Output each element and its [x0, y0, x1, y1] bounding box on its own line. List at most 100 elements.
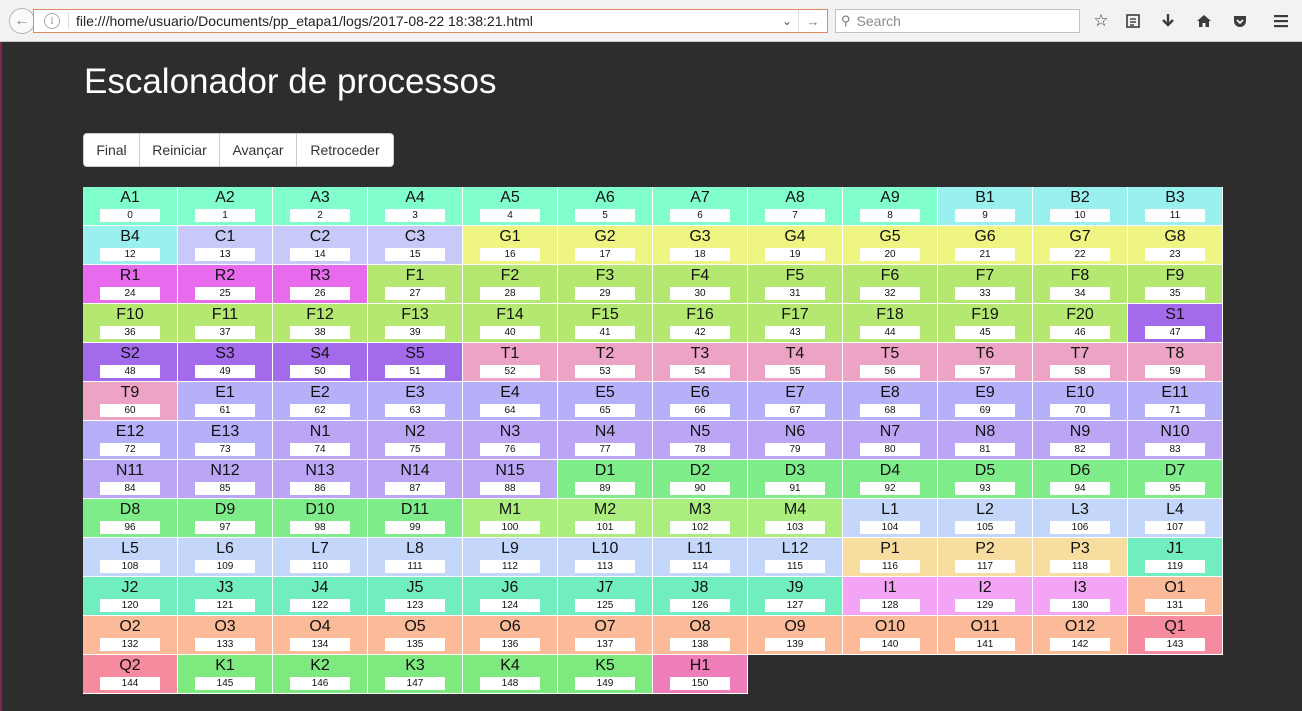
process-label: E11 — [1161, 384, 1189, 401]
pocket-icon[interactable] — [1228, 9, 1252, 33]
process-number: 3 — [385, 209, 445, 222]
process-cell: N7 80 — [843, 421, 938, 460]
process-number: 92 — [860, 482, 920, 495]
process-number: 66 — [670, 404, 730, 417]
process-number: 14 — [290, 248, 350, 261]
process-number: 148 — [480, 677, 540, 690]
process-label: A2 — [215, 189, 235, 206]
process-label: F7 — [975, 267, 995, 284]
process-number: 84 — [100, 482, 160, 495]
process-number: 78 — [670, 443, 730, 456]
process-cell: O12 142 — [1033, 616, 1128, 655]
restart-button[interactable]: Reiniciar — [140, 134, 220, 166]
process-label: F3 — [595, 267, 615, 284]
process-number: 45 — [955, 326, 1015, 339]
process-label: G5 — [879, 228, 901, 245]
process-label: O8 — [689, 618, 711, 635]
process-label: G3 — [689, 228, 711, 245]
process-cell: F4 30 — [653, 265, 748, 304]
process-cell: S4 50 — [273, 343, 368, 382]
process-label: E10 — [1065, 384, 1095, 401]
process-cell: L6 109 — [178, 538, 273, 577]
process-number: 101 — [575, 521, 635, 534]
process-label: E3 — [405, 384, 425, 401]
back-step-button[interactable]: Retroceder — [297, 134, 393, 166]
process-number: 33 — [955, 287, 1015, 300]
process-label: F13 — [401, 306, 429, 323]
info-icon[interactable]: i — [44, 13, 60, 29]
process-cell: G1 16 — [463, 226, 558, 265]
process-label: F1 — [405, 267, 425, 284]
process-number: 145 — [195, 677, 255, 690]
process-label: F15 — [591, 306, 619, 323]
process-label: L11 — [687, 540, 713, 557]
process-cell: D8 96 — [83, 499, 178, 538]
process-cell: L11 114 — [653, 538, 748, 577]
process-label: N3 — [499, 423, 521, 440]
reading-list-icon[interactable] — [1121, 9, 1145, 33]
process-label: I2 — [978, 579, 992, 596]
process-label: A9 — [880, 189, 900, 206]
process-cell: K2 146 — [273, 655, 368, 694]
process-number: 56 — [860, 365, 920, 378]
process-number: 142 — [1050, 638, 1110, 651]
final-button[interactable]: Final — [84, 134, 140, 166]
process-number: 129 — [955, 599, 1015, 612]
process-cell: G3 18 — [653, 226, 748, 265]
process-label: G4 — [784, 228, 806, 245]
process-label: K1 — [215, 657, 235, 674]
process-number: 64 — [480, 404, 540, 417]
process-number: 63 — [385, 404, 445, 417]
search-input[interactable] — [854, 12, 1069, 30]
process-number: 65 — [575, 404, 635, 417]
process-label: J2 — [121, 579, 139, 596]
process-number: 26 — [290, 287, 350, 300]
process-number: 39 — [385, 326, 445, 339]
process-label: A4 — [405, 189, 425, 206]
process-label: F6 — [880, 267, 900, 284]
download-icon[interactable] — [1156, 9, 1180, 33]
search-icon: ⚲ — [841, 13, 851, 28]
process-number: 136 — [480, 638, 540, 651]
process-cell: O6 136 — [463, 616, 558, 655]
process-cell: F19 45 — [938, 304, 1033, 343]
process-cell: M3 102 — [653, 499, 748, 538]
go-arrow-icon[interactable]: → — [798, 10, 827, 32]
process-number: 1 — [195, 209, 255, 222]
process-number: 121 — [195, 599, 255, 612]
process-cell: J3 121 — [178, 577, 273, 616]
process-label: L6 — [216, 540, 234, 557]
back-arrow-icon[interactable]: ← — [9, 8, 35, 34]
process-cell: B2 10 — [1033, 187, 1128, 226]
process-cell: F6 32 — [843, 265, 938, 304]
home-icon[interactable] — [1192, 9, 1216, 33]
process-label: F17 — [781, 306, 809, 323]
process-number: 38 — [290, 326, 350, 339]
process-number: 114 — [670, 560, 730, 573]
process-label: C1 — [214, 228, 236, 245]
process-cell: O1 131 — [1128, 577, 1223, 616]
process-cell: D6 94 — [1033, 460, 1128, 499]
process-label: F8 — [1070, 267, 1090, 284]
process-number: 102 — [670, 521, 730, 534]
process-cell: J6 124 — [463, 577, 558, 616]
chevron-down-icon[interactable]: ⌄ — [776, 14, 798, 28]
process-number: 12 — [100, 248, 160, 261]
process-cell: L4 107 — [1128, 499, 1223, 538]
process-number: 15 — [385, 248, 445, 261]
process-number: 11 — [1145, 209, 1205, 222]
search-bar[interactable]: ⚲ — [835, 9, 1080, 33]
star-icon[interactable]: ☆ — [1089, 9, 1113, 33]
hamburger-menu-icon[interactable] — [1269, 9, 1293, 33]
process-label: O3 — [214, 618, 236, 635]
url-text[interactable]: file:///home/usuario/Documents/pp_etapa1… — [76, 13, 776, 29]
url-bar[interactable]: i file:///home/usuario/Documents/pp_etap… — [33, 9, 828, 33]
process-cell: G8 23 — [1128, 226, 1223, 265]
process-number: 122 — [290, 599, 350, 612]
process-cell: F13 39 — [368, 304, 463, 343]
process-cell: A7 6 — [653, 187, 748, 226]
process-label: D7 — [1164, 462, 1186, 479]
process-label: T6 — [975, 345, 995, 362]
advance-button[interactable]: Avançar — [220, 134, 297, 166]
process-number: 19 — [765, 248, 825, 261]
